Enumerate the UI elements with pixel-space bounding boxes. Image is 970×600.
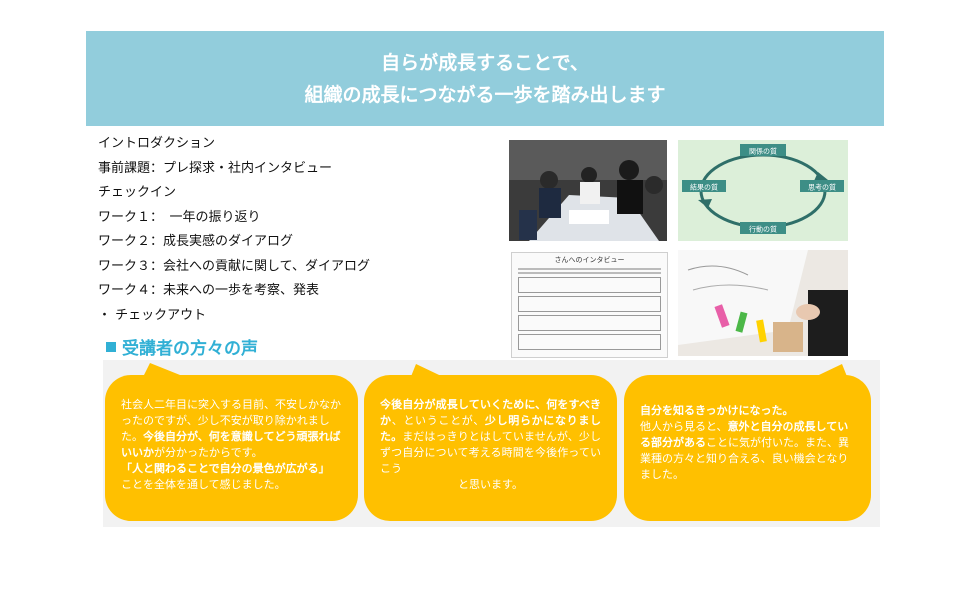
- sheet-box: [518, 277, 661, 293]
- agenda-item: ワーク２：成長実感のダイアログ: [98, 234, 294, 249]
- sheet-lines: [518, 268, 661, 274]
- header-banner: 自らが成長することで、 組織の成長につながる一歩を踏み出します: [86, 31, 884, 126]
- voice-bubble-1: 社会人二年目に突入する目前、不安しかなかったのですが、少し不安が取り除かれました…: [105, 375, 358, 521]
- voices-heading: 受講者の方々の声: [106, 334, 258, 359]
- cycle-arrows: 関係の質 思考の質 行動の質 結果の質: [678, 140, 848, 241]
- voice-text: 他人から見ると、: [640, 420, 728, 433]
- interview-sheet: さんへのインタビュー: [511, 252, 668, 358]
- cycle-label-top: 関係の質: [749, 147, 777, 156]
- agenda-item: 事前課題：プレ探求・社内インタビュー: [98, 160, 333, 176]
- voice-text: まだはっきりとはしていませんが、少しずつ自分について考える時間を今後作っていこう: [380, 430, 601, 475]
- workshop-illustration: [678, 250, 848, 356]
- agenda-item: ワーク３：会社への貢献に関して、ダイアログ: [98, 258, 370, 274]
- cycle-label-bottom: 行動の質: [749, 225, 777, 234]
- voice-emphasis: 自分を知るきっかけになった。: [640, 404, 794, 417]
- agenda-item: ワーク１： 一年の振り返り: [98, 209, 261, 225]
- agenda-item: ワーク４：未来への一歩を考察、発表: [98, 283, 320, 298]
- voice-text: 、ということが、: [391, 414, 485, 427]
- cycle-diagram: 関係の質 思考の質 行動の質 結果の質: [678, 140, 848, 241]
- sheet-box: [518, 334, 661, 350]
- photo-workshop: [678, 250, 848, 356]
- voices-heading-text: 受講者の方々の声: [122, 339, 258, 359]
- agenda-list: イントロダクション 事前課題：プレ探求・社内インタビュー チェックイン ワーク１…: [98, 132, 498, 328]
- voice-bubble-3: 自分を知るきっかけになった。 他人から見ると、意外と自分の成長している部分があるこ…: [624, 375, 871, 521]
- agenda-item: イントロダクション: [98, 136, 216, 151]
- sheet-title: さんへのインタビュー: [554, 256, 625, 264]
- cycle-label-right: 思考の質: [808, 183, 836, 192]
- square-bullet-icon: [106, 342, 116, 352]
- sheet-box: [518, 315, 661, 331]
- cycle-label-left: 結果の質: [690, 183, 718, 192]
- photo-meeting: [509, 140, 667, 241]
- agenda-item: ・ チェックアウト: [98, 307, 207, 323]
- agenda-item: チェックイン: [98, 185, 177, 200]
- voice-text: ことを全体を通して感じました。: [121, 478, 286, 491]
- voice-text: と思います。: [458, 478, 523, 491]
- voice-text: が分かったからです。: [154, 446, 263, 459]
- voice-emphasis: 「人と関わることで自分の景色が広がる」: [121, 462, 330, 475]
- banner-line-2: 組織の成長につながる一歩を踏み出します: [304, 83, 666, 106]
- banner-line-1: 自らが成長することで、: [381, 51, 589, 74]
- sheet-box: [518, 296, 661, 312]
- meeting-illustration: [509, 140, 667, 241]
- voice-bubble-2: 今後自分が成長していくために、何をすべきか、ということが、少し明らかになりました…: [364, 375, 617, 521]
